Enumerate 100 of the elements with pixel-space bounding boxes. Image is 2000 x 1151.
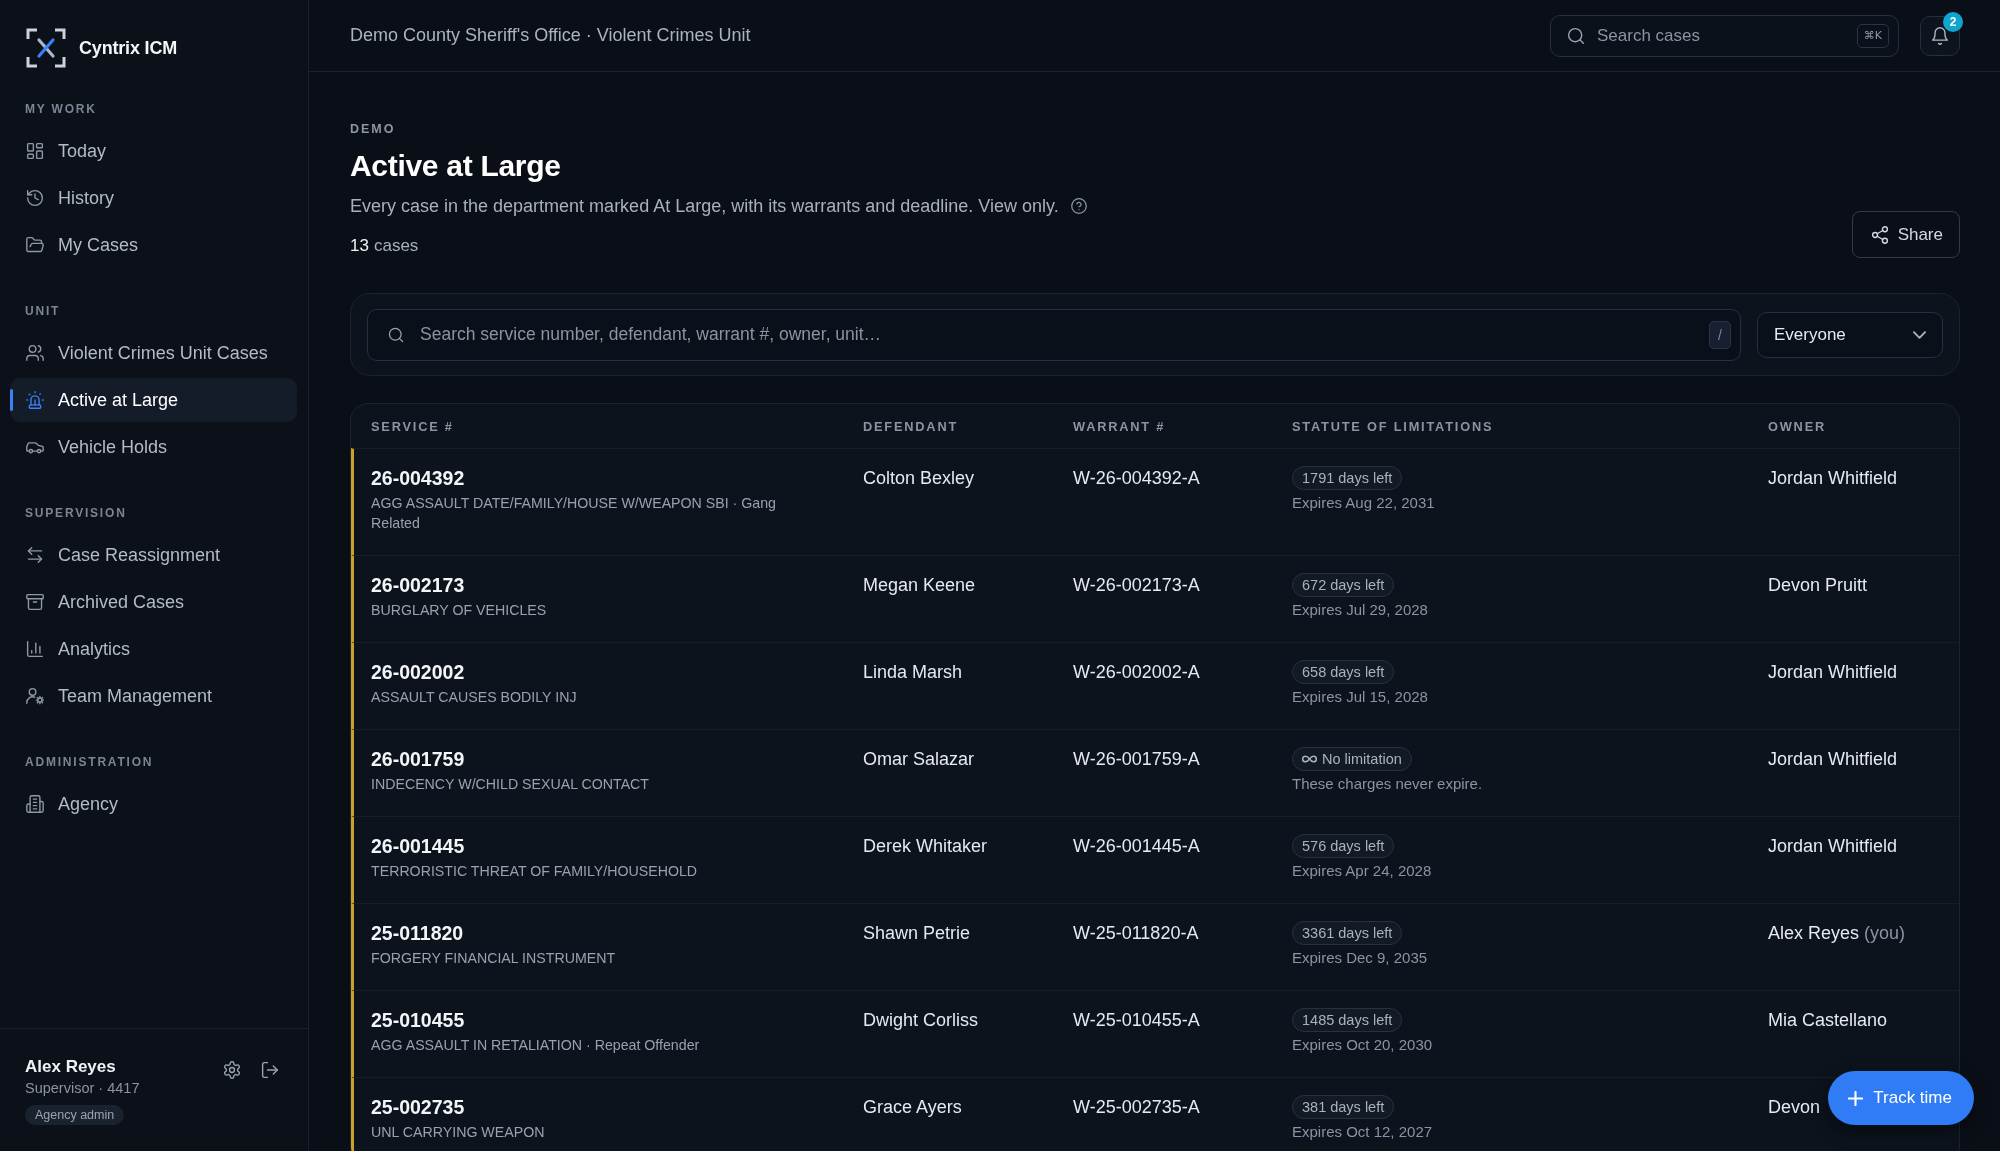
logout-icon[interactable] bbox=[261, 1061, 279, 1079]
service-number: 26-001759 bbox=[371, 747, 465, 771]
nav-item[interactable]: Today bbox=[10, 129, 297, 173]
warrant-number: W-26-002173-A bbox=[1073, 574, 1200, 597]
folder-icon bbox=[26, 236, 44, 254]
offense-text: TERRORISTIC THREAT OF FAMILY/HOUSEHOLD bbox=[371, 862, 698, 881]
defendant-name: Derek Whitaker bbox=[863, 835, 988, 858]
offense-text: UNL CARRYING WEAPON bbox=[371, 1123, 545, 1142]
share-button[interactable]: Share bbox=[1851, 211, 1960, 258]
statute-badge: 576 days left bbox=[1292, 834, 1395, 858]
nav-item[interactable]: Team Management bbox=[10, 674, 297, 718]
owner-select[interactable]: Everyone bbox=[1757, 311, 1943, 358]
case-count: 13 bbox=[350, 235, 369, 257]
statute-badge: 381 days left bbox=[1292, 1095, 1395, 1119]
help-icon[interactable] bbox=[1070, 198, 1087, 214]
chevron-down-icon bbox=[1913, 330, 1926, 339]
column-header: SERVICE # bbox=[371, 418, 454, 434]
statute-note: Expires Oct 12, 2027 bbox=[1292, 1122, 1433, 1142]
grid-icon bbox=[26, 142, 44, 160]
nav-item[interactable]: Violent Crimes Unit Cases bbox=[10, 331, 297, 375]
offense-text: INDECENCY W/CHILD SEXUAL CONTACT bbox=[371, 775, 649, 794]
settings-icon[interactable] bbox=[223, 1061, 241, 1079]
statute-badge: 1485 days left bbox=[1292, 1008, 1403, 1032]
brand-name: Cyntrix ICM bbox=[79, 37, 178, 59]
section-heading: UNIT bbox=[25, 303, 61, 319]
track-time-button[interactable]: Track time bbox=[1828, 1071, 1974, 1125]
nav-item[interactable]: Agency bbox=[10, 782, 297, 826]
service-number: 25-011820 bbox=[371, 921, 464, 945]
service-number: 26-002002 bbox=[371, 660, 465, 684]
case-count-label: cases bbox=[373, 235, 419, 257]
role-badge: Agency admin bbox=[25, 1105, 125, 1125]
nav-item[interactable]: Analytics bbox=[10, 627, 297, 671]
defendant-name: Linda Marsh bbox=[863, 661, 963, 684]
nav-item[interactable]: Case Reassignment bbox=[10, 533, 297, 577]
statute-badge: 672 days left bbox=[1292, 573, 1395, 597]
offense-text: AGG ASSAULT IN RETALIATION · Repeat Offender bbox=[371, 1036, 700, 1055]
statute-note: Expires Dec 9, 2035 bbox=[1292, 948, 1428, 968]
search-icon bbox=[1567, 26, 1585, 45]
column-header: OWNER bbox=[1768, 418, 1826, 434]
shortcut-key: / bbox=[1709, 320, 1731, 349]
notification-badge: 2 bbox=[1943, 11, 1963, 32]
infinity-icon bbox=[1302, 755, 1317, 763]
nav-item[interactable]: Vehicle Holds bbox=[10, 425, 297, 469]
nav-item[interactable]: My Cases bbox=[10, 223, 297, 267]
owner-name: Jordan Whitfield bbox=[1768, 661, 1898, 684]
building-icon bbox=[26, 795, 44, 813]
warrant-number: W-26-002002-A bbox=[1073, 661, 1200, 684]
statute-badge: 3361 days left bbox=[1292, 921, 1403, 945]
statute-note: Expires Aug 22, 2031 bbox=[1292, 493, 1435, 513]
defendant-name: Omar Salazar bbox=[863, 748, 975, 771]
service-number: 26-004392 bbox=[371, 466, 465, 490]
warrant-number: W-25-010455-A bbox=[1073, 1009, 1200, 1032]
service-number: 26-001445 bbox=[371, 834, 465, 858]
statute-note: Expires Oct 20, 2030 bbox=[1292, 1035, 1433, 1055]
defendant-name: Dwight Corliss bbox=[863, 1009, 979, 1032]
archive-icon bbox=[26, 593, 44, 611]
arrows-icon bbox=[26, 546, 44, 564]
service-number: 25-002735 bbox=[371, 1095, 465, 1119]
offense-text: AGG ASSAULT DATE/FAMILY/HOUSE W/WEAPON SBI · Gang Related bbox=[371, 494, 777, 533]
clock-icon bbox=[26, 189, 44, 207]
column-header: WARRANT # bbox=[1073, 418, 1166, 434]
defendant-name: Shawn Petrie bbox=[863, 922, 971, 945]
page-description: Every case in the department marked At Large, with its warrants and deadline. View only. bbox=[350, 195, 1059, 218]
plus-icon bbox=[1848, 1090, 1864, 1106]
nav-item[interactable]: Archived Cases bbox=[10, 580, 297, 624]
owner-name: Jordan Whitfield bbox=[1768, 748, 1898, 771]
offense-text: FORGERY FINANCIAL INSTRUMENT bbox=[371, 949, 616, 968]
bell-icon bbox=[1931, 26, 1949, 45]
nav-item[interactable]: History bbox=[10, 176, 297, 220]
warrant-number: W-26-004392-A bbox=[1073, 467, 1200, 490]
offense-text: BURGLARY OF VEHICLES bbox=[371, 601, 547, 620]
defendant-name: Grace Ayers bbox=[863, 1096, 962, 1119]
nav-item[interactable]: Active at Large bbox=[10, 378, 297, 422]
owner-name: Jordan Whitfield bbox=[1768, 467, 1898, 490]
section-heading: ADMINISTRATION bbox=[25, 754, 154, 770]
service-number: 26-002173 bbox=[371, 573, 465, 597]
statute-note: These charges never expire. bbox=[1292, 774, 1483, 794]
share-icon bbox=[1870, 225, 1889, 244]
user-role: Supervisor · 4417 bbox=[25, 1079, 140, 1098]
user-name: Alex Reyes bbox=[25, 1056, 116, 1078]
statute-note: Expires Jul 29, 2028 bbox=[1292, 600, 1428, 620]
column-header: DEFENDANT bbox=[863, 418, 959, 434]
breadcrumb: Demo County Sheriff's Office · Violent Crimes Unit bbox=[350, 25, 751, 46]
statute-note: Expires Jul 15, 2028 bbox=[1292, 687, 1428, 707]
warrant-number: W-25-011820-A bbox=[1073, 922, 1199, 945]
siren-icon bbox=[26, 391, 44, 409]
search-icon bbox=[388, 326, 404, 343]
eyebrow-label: DEMO bbox=[350, 121, 396, 137]
logo-icon bbox=[26, 28, 66, 68]
statute-badge: 658 days left bbox=[1292, 660, 1395, 684]
statute-note: Expires Apr 24, 2028 bbox=[1292, 861, 1432, 881]
warrant-number: W-25-002735-A bbox=[1073, 1096, 1200, 1119]
defendant-name: Colton Bexley bbox=[863, 467, 975, 490]
shortcut-key: ⌘K bbox=[1856, 23, 1889, 48]
bar-chart-icon bbox=[26, 640, 44, 658]
section-heading: MY WORK bbox=[25, 101, 97, 117]
offense-text: ASSAULT CAUSES BODILY INJ bbox=[371, 688, 577, 707]
column-header: STATUTE OF LIMITATIONS bbox=[1292, 418, 1494, 434]
users-icon bbox=[26, 344, 44, 362]
owner-name: Alex Reyes bbox=[1768, 922, 1860, 945]
